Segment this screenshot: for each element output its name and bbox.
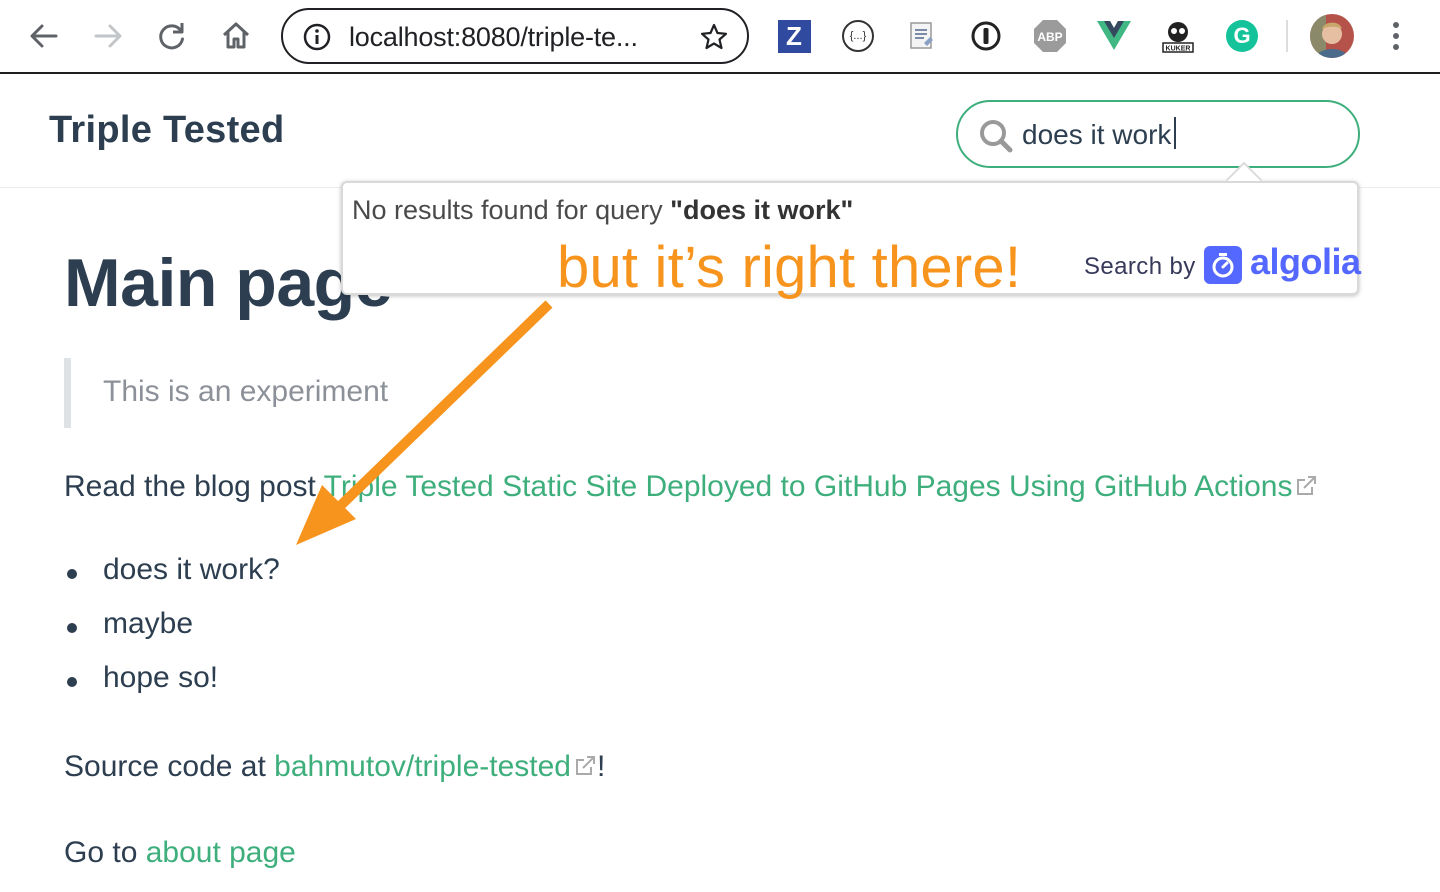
search-box[interactable] [956, 100, 1360, 168]
kebab-menu-icon [1393, 22, 1399, 50]
list-item: hope so! [64, 661, 280, 715]
kuker-label: KUKER [1166, 46, 1191, 53]
blog-post-link[interactable]: Triple Tested Static Site Deployed to Gi… [324, 470, 1293, 503]
list-item: maybe [64, 607, 280, 661]
no-results-query: "does it work" [670, 195, 854, 225]
list-item: does it work? [64, 553, 280, 607]
onepassword-glyph [971, 21, 1001, 51]
chrome-menu-button[interactable] [1376, 16, 1416, 56]
no-results-message: No results found for query "does it work… [352, 195, 853, 226]
source-code-paragraph: Source code at bahmutov/triple-tested! [64, 750, 605, 784]
external-link-icon [575, 756, 595, 775]
adblock-plus-icon[interactable]: ABP [1033, 19, 1067, 53]
site-title-link[interactable]: Triple Tested [49, 109, 284, 152]
notes-glyph [910, 22, 933, 49]
address-bar[interactable]: localhost:8080/triple-te... [281, 8, 749, 64]
abp-label: ABP [1037, 30, 1062, 44]
reload-button[interactable] [152, 16, 192, 56]
bookmark-star-icon[interactable] [699, 22, 729, 52]
back-arrow-icon [30, 24, 58, 48]
kuker-icon[interactable]: KUKER [1161, 19, 1195, 53]
algolia-logo-text[interactable]: algolia [1250, 241, 1361, 283]
browser-toolbar: localhost:8080/triple-te... Z {...} ABP … [0, 0, 1440, 74]
profile-avatar[interactable] [1310, 14, 1354, 58]
vue-devtools-icon[interactable] [1097, 19, 1131, 53]
bullet-list: does it work? maybe hope so! [64, 553, 280, 715]
no-results-prefix: No results found for query [352, 195, 671, 225]
zotero-icon[interactable]: Z [777, 19, 811, 53]
list-item-text: hope so! [103, 661, 219, 694]
blockquote-text: This is an experiment [103, 375, 389, 408]
abp-glyph: ABP [1034, 20, 1066, 52]
json-formatter-icon[interactable]: {...} [841, 19, 875, 53]
bullet-dot [67, 569, 77, 579]
vue-glyph [1097, 21, 1131, 50]
notes-icon[interactable] [905, 19, 939, 53]
bullet-dot [67, 677, 77, 687]
algolia-logo-icon[interactable] [1204, 246, 1242, 284]
forward-button[interactable] [88, 16, 128, 56]
info-icon[interactable] [303, 23, 331, 51]
search-by-label: Search by [1084, 253, 1196, 280]
about-paragraph: Go to about page [64, 836, 296, 870]
grammarly-icon[interactable]: G [1225, 19, 1259, 53]
source-suffix-text: ! [596, 750, 606, 783]
forward-arrow-icon [94, 24, 122, 48]
annotation-callout: but it’s right there! [557, 235, 1022, 300]
text-caret [1174, 117, 1176, 149]
list-item-text: does it work? [103, 553, 280, 586]
site-navbar: Triple Tested [0, 76, 1440, 188]
json-label: {...} [842, 20, 874, 52]
reload-icon [159, 23, 184, 50]
source-code-link[interactable]: bahmutov/triple-tested [274, 750, 571, 783]
bullet-dot [67, 623, 77, 633]
home-icon [222, 22, 250, 49]
blog-intro-text: Read the blog post [64, 470, 324, 503]
source-intro-text: Source code at [64, 750, 275, 783]
search-input[interactable] [1022, 112, 1342, 158]
list-item-text: maybe [103, 607, 194, 640]
dropdown-pointer [1226, 162, 1262, 182]
about-page-link[interactable]: about page [146, 836, 296, 869]
home-button[interactable] [216, 16, 256, 56]
avatar-glyph [1310, 14, 1354, 58]
back-button[interactable] [24, 16, 64, 56]
zotero-label: Z [777, 19, 811, 53]
url-text[interactable]: localhost:8080/triple-te... [349, 22, 638, 53]
blog-post-paragraph: Read the blog post Triple Tested Static … [64, 470, 1318, 504]
onepassword-icon[interactable] [969, 19, 1003, 53]
toolbar-separator [1286, 20, 1288, 52]
grammarly-label: G [1226, 20, 1258, 52]
search-icon [980, 120, 1013, 153]
kuker-glyph: KUKER [1162, 22, 1194, 53]
stopwatch-icon [1212, 253, 1234, 278]
external-link-icon [1297, 476, 1317, 495]
blockquote: This is an experiment [64, 358, 564, 428]
about-intro-text: Go to [64, 836, 146, 869]
